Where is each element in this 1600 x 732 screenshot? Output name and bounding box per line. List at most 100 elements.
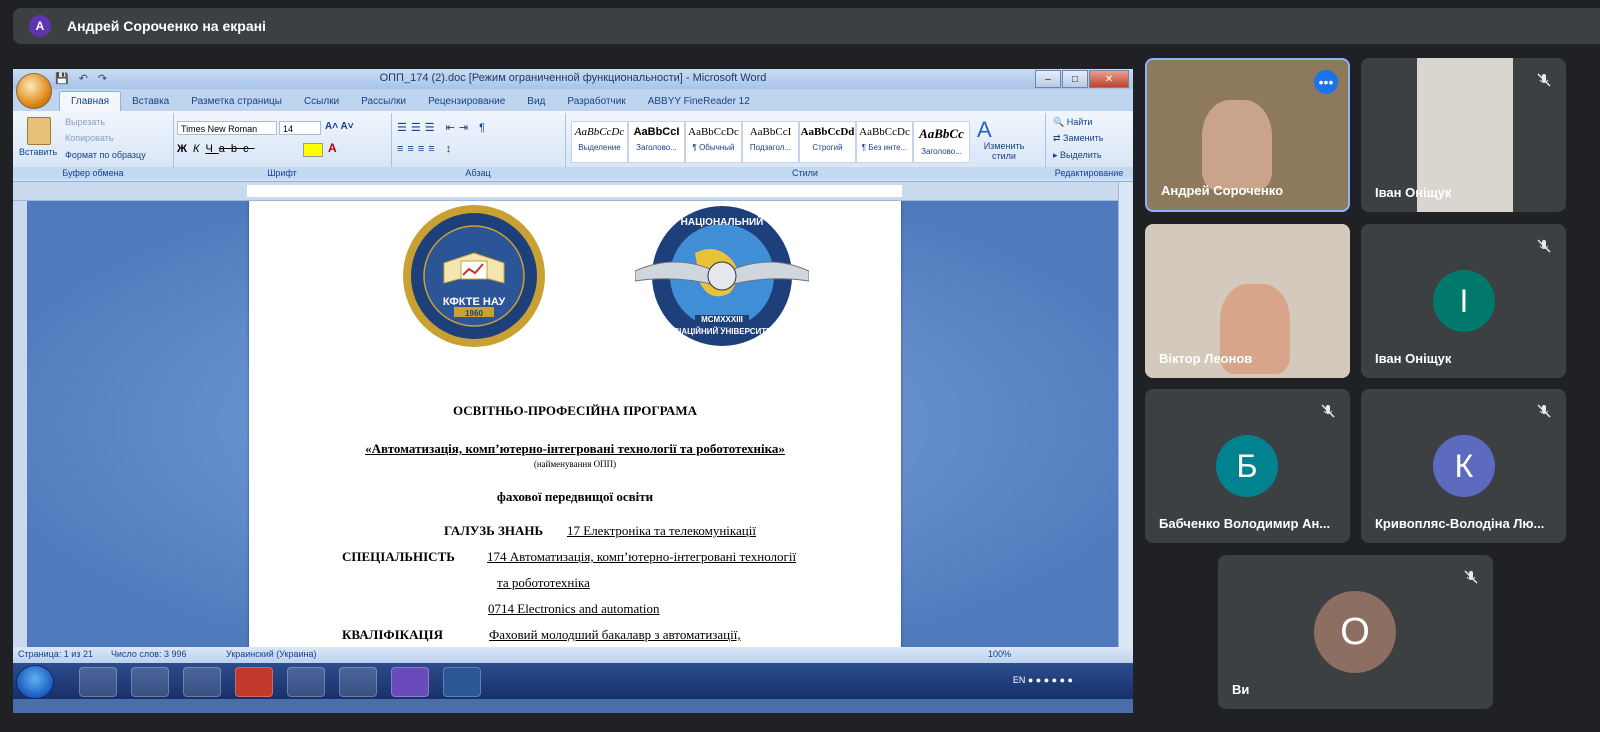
mic-off-icon: [1464, 570, 1478, 584]
align-icons[interactable]: ≡≡≡≡ ↕: [397, 143, 455, 155]
font-format-icons[interactable]: ЖКЧabc: [177, 143, 255, 155]
participant-tile-self[interactable]: О Ви: [1218, 555, 1493, 709]
zoom-level[interactable]: 100%: [988, 649, 1011, 659]
mic-off-icon: [1537, 239, 1551, 253]
spec-value-line3: 0714 Electronics and automation: [488, 601, 660, 616]
participant-video: [1202, 100, 1272, 190]
word-statusbar: Страница: 1 из 21 Число слов: 3 996 Укра…: [13, 647, 1133, 663]
cut-button[interactable]: Вырезать: [65, 117, 105, 127]
spec-value-line1: 174 Автоматизація, комп’ютерно-інтегрова…: [487, 549, 797, 564]
tab-mailings[interactable]: Рассылки: [350, 92, 417, 111]
language-indicator[interactable]: Украинский (Украина): [226, 649, 317, 659]
change-styles-button[interactable]: Изменить стили: [980, 141, 1028, 161]
nau-logo-bottom: АВІАЦІЙНИЙ УНІВЕРСИТЕТ: [667, 327, 777, 336]
style-normal[interactable]: AaBbCcDc ¶ Обычный: [685, 121, 742, 163]
tab-view[interactable]: Вид: [516, 92, 556, 111]
tab-insert[interactable]: Вставка: [121, 92, 180, 111]
tab-abbyy[interactable]: ABBYY FineReader 12: [637, 92, 761, 111]
participant-name: Іван Оніщук: [1375, 351, 1452, 366]
style-heading2[interactable]: AaBbCc Заголово...: [913, 121, 970, 163]
style-heading1[interactable]: AaBbCcI Заголово...: [628, 121, 685, 163]
qual-label: КВАЛІФІКАЦІЯ: [342, 627, 444, 642]
close-button[interactable]: ✕: [1089, 70, 1129, 88]
participant-tile-sorochenko[interactable]: ••• Андрей Сороченко: [1145, 58, 1350, 212]
avatar: I: [1433, 270, 1495, 332]
editing-group: 🔍 Найти ⇄ Заменить ▸ Выделить Редактиров…: [1045, 113, 1133, 179]
change-styles-icon[interactable]: A: [977, 117, 992, 143]
tab-home[interactable]: Главная: [59, 91, 122, 111]
format-painter-button[interactable]: Формат по образцу: [65, 150, 146, 160]
browser-icon[interactable]: [287, 667, 325, 697]
page-count[interactable]: Страница: 1 из 21: [18, 649, 93, 659]
paste-button[interactable]: Вставить: [19, 147, 57, 157]
style-subtitle[interactable]: AaBbCcI Подзагол...: [742, 121, 799, 163]
start-button[interactable]: [16, 665, 54, 699]
paragraph-group: ☰☰☰ ⇤⇥ ¶ ≡≡≡≡ ↕ Абзац: [391, 113, 566, 179]
tab-references[interactable]: Ссылки: [293, 92, 350, 111]
style-emphasis[interactable]: AaBbCcDc Выделение: [571, 121, 628, 163]
presenting-label: Андрей Сороченко на екрані: [67, 18, 266, 34]
tab-page-layout[interactable]: Разметка страницы: [180, 92, 293, 111]
avatar: Б: [1216, 435, 1278, 497]
chrome-icon[interactable]: [79, 667, 117, 697]
participant-tile-onishchuk-video[interactable]: Іван Оніщук: [1361, 58, 1566, 212]
participant-name: Кривопляс-Володіна Лю...: [1375, 516, 1545, 531]
kfkte-logo: [403, 205, 545, 347]
pdf-icon[interactable]: [235, 667, 273, 697]
maximize-button[interactable]: □: [1062, 70, 1088, 88]
horizontal-ruler[interactable]: [13, 182, 1133, 201]
font-label: Шрифт: [173, 167, 391, 179]
kfkte-logo-name: КФКТЕ НАУ: [442, 296, 506, 308]
mic-off-icon: [1537, 404, 1551, 418]
viber-icon[interactable]: [391, 667, 429, 697]
folder-icon[interactable]: [183, 667, 221, 697]
participant-tile-leonov[interactable]: Віктор Леонов: [1145, 224, 1350, 378]
spec-value-line2: та робототехніка: [497, 575, 590, 590]
find-button[interactable]: 🔍 Найти: [1053, 117, 1092, 128]
font-color-icon[interactable]: A: [328, 141, 337, 155]
presentation-icon[interactable]: [339, 667, 377, 697]
style-no-spacing[interactable]: AaBbCcDc ¶ Без инте...: [856, 121, 913, 163]
ribbon-tabs: Главная Вставка Разметка страницы Ссылки…: [13, 89, 1133, 111]
more-options-icon[interactable]: •••: [1314, 70, 1338, 94]
kfkte-logo-year: 1960: [465, 309, 483, 318]
highlight-icon[interactable]: [303, 143, 323, 157]
minimize-button[interactable]: –: [1035, 70, 1061, 88]
word-count[interactable]: Число слов: 3 996: [111, 649, 187, 659]
paste-icon[interactable]: [27, 117, 51, 145]
document-area: КФКТЕ НАУ 1960 НАЦІОНАЛЬНИЙ MCMXXXIII АВ…: [27, 201, 1119, 647]
participant-name: Андрей Сороченко: [1161, 183, 1284, 198]
font-size-select[interactable]: 14: [279, 121, 321, 135]
doc-program-name: «Автоматизація, комп’ютерно-інтегровані …: [365, 441, 785, 456]
participant-name: Віктор Леонов: [1159, 351, 1253, 366]
word-taskbar-icon[interactable]: [443, 667, 481, 697]
participant-tile-kryvoplias[interactable]: К Кривопляс-Володіна Лю...: [1361, 389, 1566, 543]
nau-logo-top: НАЦІОНАЛЬНИЙ: [680, 217, 764, 228]
participant-tile-babchenko[interactable]: Б Бабченко Володимир Ан...: [1145, 389, 1350, 543]
editing-label: Редактирование: [1045, 167, 1133, 179]
vertical-scrollbar[interactable]: [1118, 182, 1133, 647]
document-page[interactable]: КФКТЕ НАУ 1960 НАЦІОНАЛЬНИЙ MCMXXXIII АВ…: [249, 201, 901, 647]
qual-value: Фаховий молодший бакалавр з автоматизаці…: [489, 627, 741, 642]
list-icons[interactable]: ☰☰☰ ⇤⇥ ¶: [397, 121, 489, 134]
grow-font-icon[interactable]: A˄ A˅: [325, 121, 354, 132]
font-name-select[interactable]: Times New Roman: [177, 121, 277, 135]
vertical-ruler[interactable]: [13, 201, 27, 647]
tab-review[interactable]: Рецензирование: [417, 92, 516, 111]
avatar: К: [1433, 435, 1495, 497]
doc-level: фахової передвищої освіти: [496, 489, 654, 504]
copy-button[interactable]: Копировать: [65, 133, 113, 143]
select-button[interactable]: ▸ Выделить: [1053, 150, 1102, 161]
replace-button[interactable]: ⇄ Заменить: [1053, 133, 1104, 144]
ie-icon[interactable]: [131, 667, 169, 697]
participant-tile-onishchuk[interactable]: I Іван Оніщук: [1361, 224, 1566, 378]
system-tray[interactable]: EN ● ● ● ● ● ●: [1013, 675, 1073, 685]
presenter-avatar: А: [29, 15, 51, 37]
mic-off-icon: [1537, 73, 1551, 87]
office-button[interactable]: [16, 73, 52, 109]
avatar: О: [1314, 591, 1396, 673]
tab-developer[interactable]: Разработчик: [556, 92, 636, 111]
presenting-bar: А Андрей Сороченко на екрані: [13, 8, 1600, 44]
style-strong[interactable]: AaBbCcDd Строгий: [799, 121, 856, 163]
window-title: ОПП_174 (2).doc [Режим ограниченной функ…: [379, 72, 767, 84]
